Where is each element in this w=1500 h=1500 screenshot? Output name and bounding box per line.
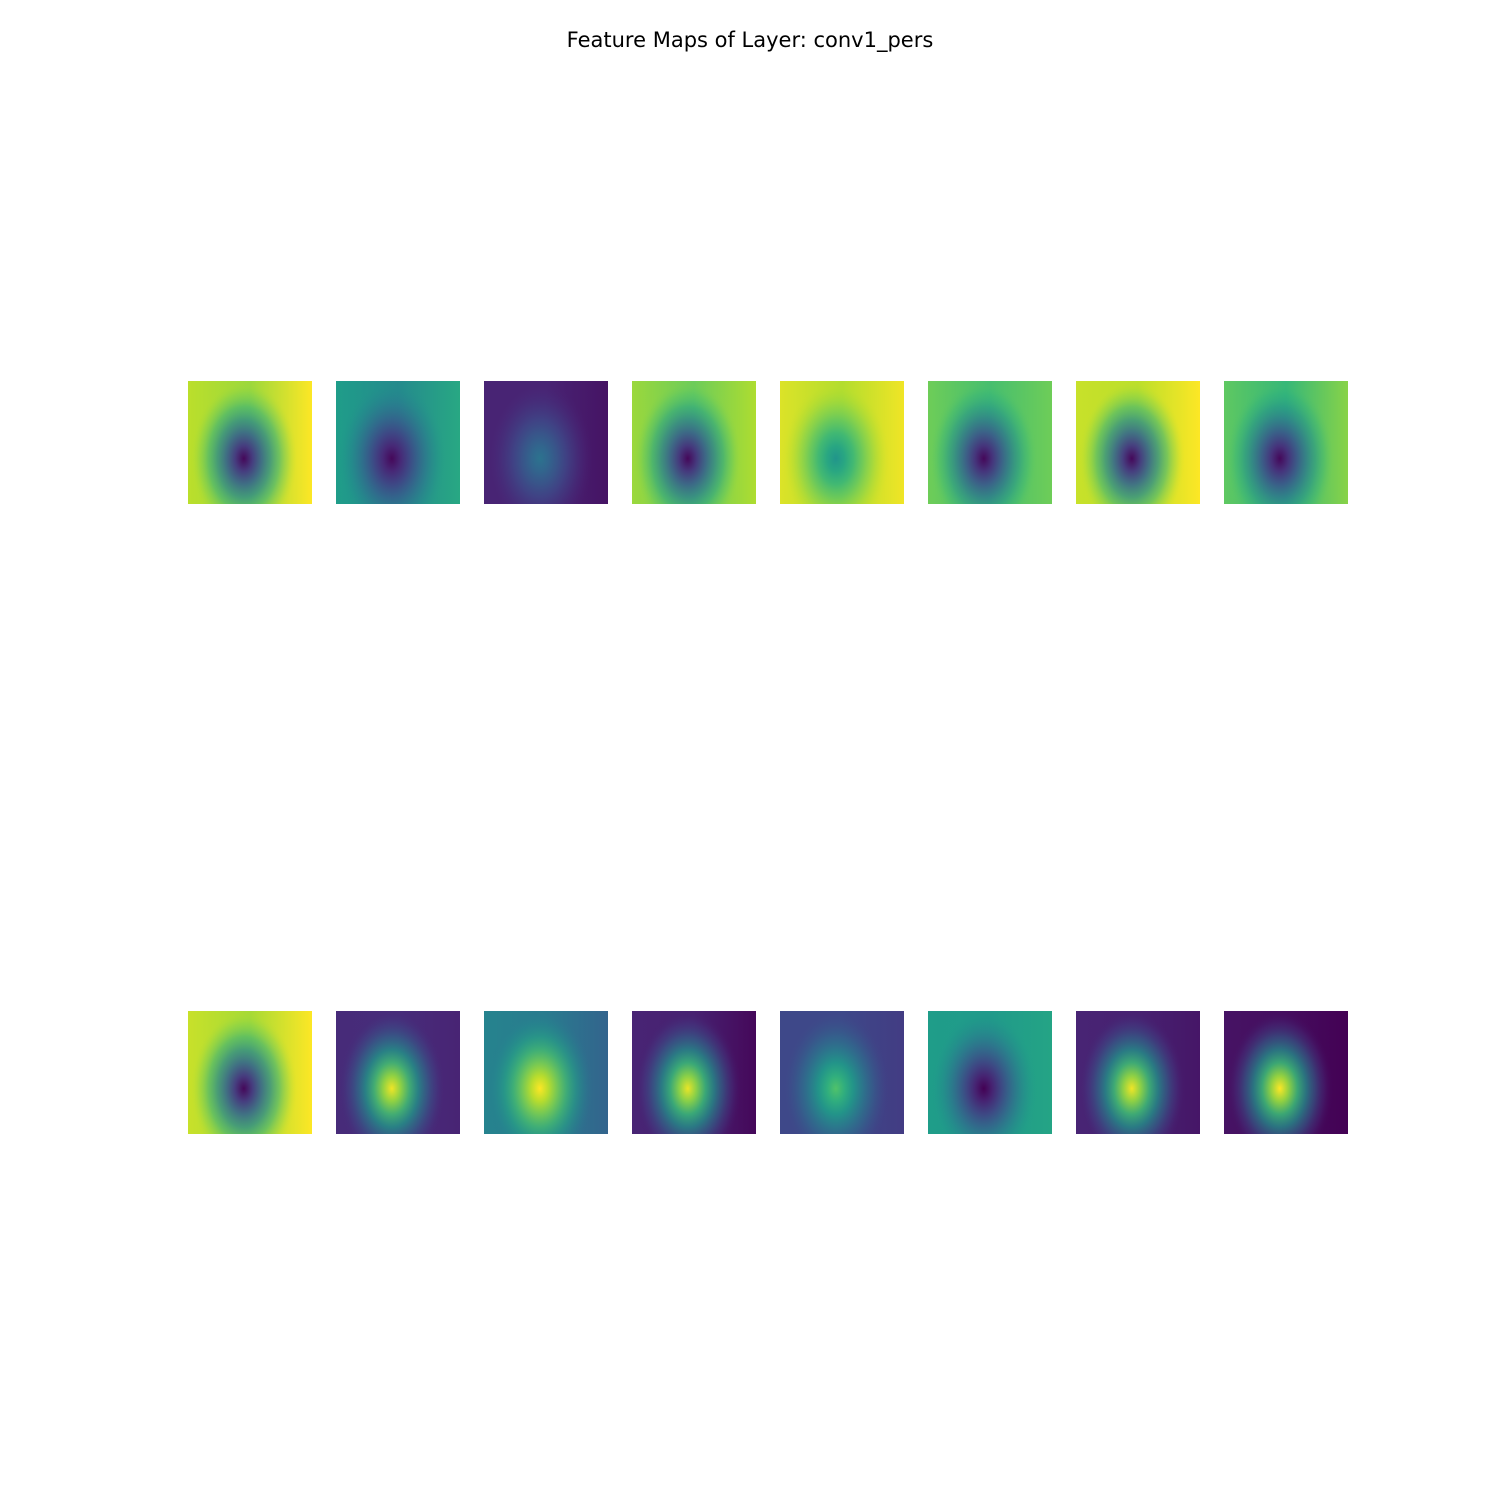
feature-map-activation-10	[484, 1011, 608, 1134]
feature-map-14	[1076, 1011, 1200, 1134]
feature-map-activation-11	[632, 1011, 756, 1134]
feature-map-activation-5	[928, 381, 1052, 504]
feature-map-row-bottom	[188, 1011, 1350, 1134]
feature-map-image-5	[928, 381, 1052, 504]
feature-map-image-11	[632, 1011, 756, 1134]
feature-map-5	[928, 381, 1052, 504]
figure-title: Feature Maps of Layer: conv1_pers	[566, 28, 934, 52]
feature-map-image-13	[928, 1011, 1052, 1134]
feature-map-9	[336, 1011, 460, 1134]
feature-map-image-1	[336, 381, 460, 504]
feature-map-11	[632, 1011, 756, 1134]
feature-map-activation-4	[780, 381, 904, 504]
feature-map-activation-7	[1224, 381, 1348, 504]
feature-map-4	[780, 381, 904, 504]
feature-map-image-4	[780, 381, 904, 504]
feature-map-image-9	[336, 1011, 460, 1134]
feature-map-activation-6	[1076, 381, 1200, 504]
feature-map-activation-0	[188, 381, 312, 504]
feature-map-7	[1224, 381, 1348, 504]
feature-map-image-15	[1224, 1011, 1348, 1134]
feature-map-activation-9	[336, 1011, 460, 1134]
feature-map-activation-13	[928, 1011, 1052, 1134]
feature-map-8	[188, 1011, 312, 1134]
feature-map-3	[632, 381, 756, 504]
feature-map-13	[928, 1011, 1052, 1134]
feature-map-10	[484, 1011, 608, 1134]
feature-map-image-7	[1224, 381, 1348, 504]
feature-map-activation-8	[188, 1011, 312, 1134]
feature-map-image-8	[188, 1011, 312, 1134]
feature-map-image-14	[1076, 1011, 1200, 1134]
feature-map-activation-14	[1076, 1011, 1200, 1134]
feature-map-activation-12	[780, 1011, 904, 1134]
feature-map-image-6	[1076, 381, 1200, 504]
feature-map-image-2	[484, 381, 608, 504]
feature-map-activation-3	[632, 381, 756, 504]
feature-map-image-3	[632, 381, 756, 504]
feature-map-activation-15	[1224, 1011, 1348, 1134]
feature-map-2	[484, 381, 608, 504]
feature-map-15	[1224, 1011, 1348, 1134]
feature-map-0	[188, 381, 312, 504]
feature-map-image-10	[484, 1011, 608, 1134]
feature-map-image-0	[188, 381, 312, 504]
feature-map-activation-2	[484, 381, 608, 504]
feature-map-row-top	[188, 381, 1350, 504]
feature-map-12	[780, 1011, 904, 1134]
feature-map-1	[336, 381, 460, 504]
feature-map-6	[1076, 381, 1200, 504]
feature-map-activation-1	[336, 381, 460, 504]
feature-map-image-12	[780, 1011, 904, 1134]
